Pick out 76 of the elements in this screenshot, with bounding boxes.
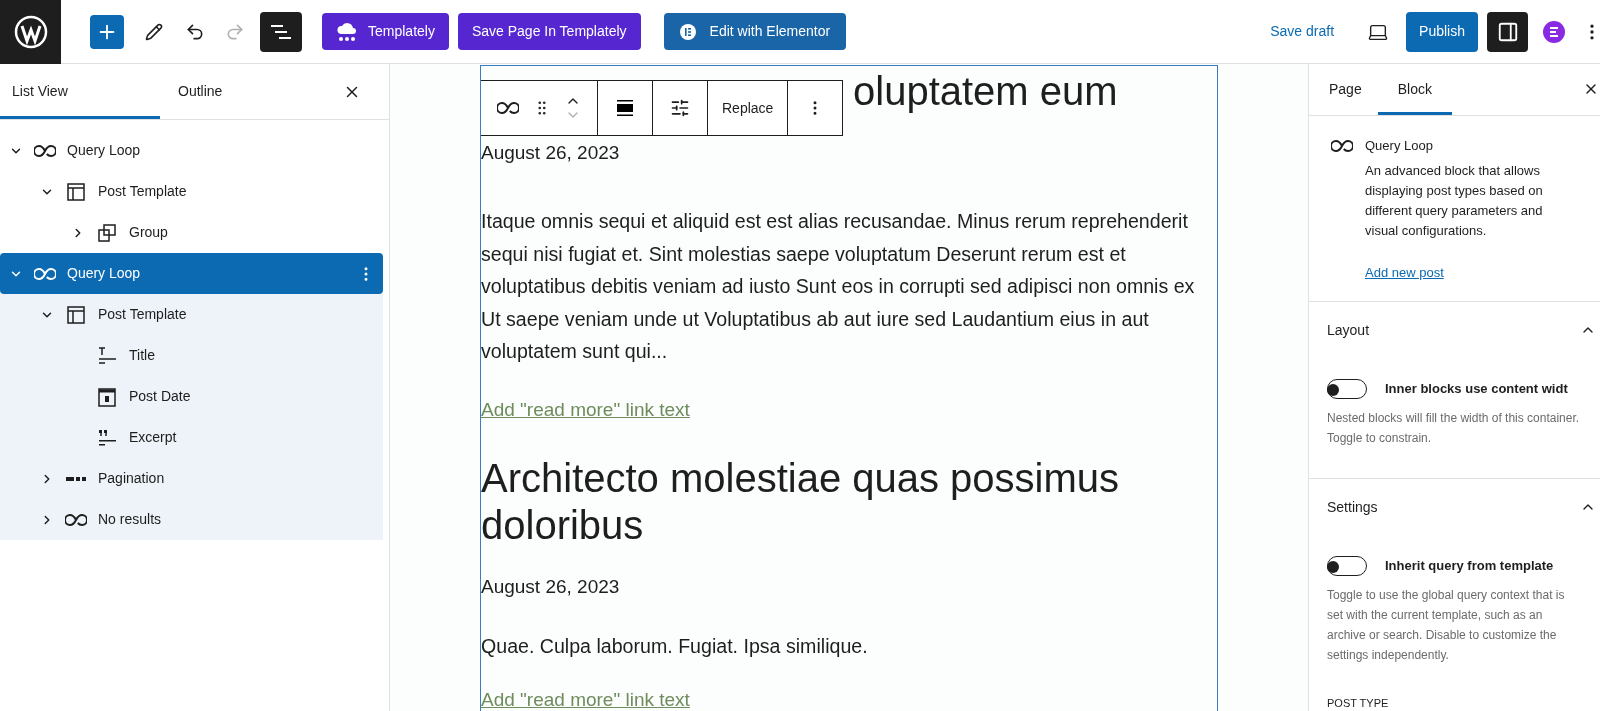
settings-sidebar-button[interactable] [1487, 11, 1528, 52]
pen-icon[interactable] [145, 22, 163, 41]
tree-item-label: Pagination [98, 469, 165, 488]
block-description: An advanced block that allows displaying post types based on different query parameters and visual configurations. [1365, 162, 1544, 240]
sidebar-icon [1496, 20, 1519, 43]
field-label: POST TYPE [1327, 695, 1390, 711]
save-to-templately-button[interactable]: Save Page In Templately [457, 13, 641, 50]
tree-item[interactable]: Post Date [0, 376, 383, 417]
logo-icon [13, 14, 48, 49]
post-title: Architecto molestiae quas possimus doloribus [481, 454, 1121, 549]
tree-item[interactable]: No results [0, 499, 383, 540]
calendar-icon [98, 386, 116, 407]
tree-item-label: Group [129, 223, 168, 242]
toggle-label: Inherit query from template [1385, 556, 1554, 575]
elementor-logo-icon[interactable] [1542, 19, 1566, 44]
undo-icon[interactable] [185, 21, 205, 42]
list-view-button[interactable] [260, 11, 302, 52]
loop-icon [34, 266, 56, 281]
post-date: August 26, 2023 [481, 141, 621, 165]
layout-icon [67, 305, 85, 324]
tree-item[interactable]: Post Template [0, 171, 383, 212]
post-date: August 26, 2023 [481, 574, 621, 599]
panel-header[interactable]: Settings [1327, 496, 1596, 518]
tree-item-label: Excerpt [129, 428, 177, 447]
tree-item[interactable]: Query Loop [0, 253, 383, 294]
tab[interactable]: Block [1377, 64, 1452, 115]
tree-item-label: Query Loop [67, 264, 141, 283]
tab[interactable]: Page [1313, 64, 1378, 115]
elementor-icon [679, 23, 696, 40]
tab[interactable]: List View [0, 64, 160, 119]
tree-item[interactable]: Query Loop [0, 130, 383, 171]
toggle-label: Inner blocks use content widt [1385, 379, 1568, 398]
quote-icon [98, 428, 116, 447]
pagination-icon [66, 475, 86, 482]
post-excerpt: Itaque omnis sequi et aliquid est est alias recusandae. Minus rerum reprehenderit sequi nisi fugiat et. Sint molestias saepe voluptatum Deserunt rerum est et voluptatibus debitis veniam ad iusto Sunt eos in corrupti sed adipisci non omnis ex Ut saepe veniam unde ut Voluptatibus ab aut iure sed Laudantium eius in aut voluptatem sunt qui... [481, 209, 1196, 364]
tree-item-label: No results [98, 510, 162, 529]
tree-item[interactable]: Post Template [0, 294, 383, 335]
align-icon[interactable] [616, 100, 634, 116]
layout-icon [67, 182, 85, 201]
publish-button[interactable]: Publish [1406, 11, 1478, 52]
read-more-link[interactable]: Add "read more" link text [481, 397, 690, 422]
cloud-icon [336, 21, 358, 42]
help-text: Toggle to use the global query context that is set with the current template, such as an archive or search. Disable to customize the settings independently. [1327, 586, 1566, 664]
help-text: Nested blocks will fill the width of this container. Toggle to constrain. [1327, 409, 1581, 447]
tree-item-label: Title [129, 346, 155, 365]
logo[interactable] [0, 0, 61, 64]
tree-item[interactable]: Group [0, 212, 383, 253]
block-title: Query Loop [1365, 136, 1434, 155]
tree-item-label: Post Template [98, 305, 187, 324]
add-block-button[interactable] [90, 14, 124, 49]
panel-header[interactable]: Layout [1327, 319, 1596, 341]
toggle-switch[interactable] [1327, 555, 1367, 576]
edit-with-elementor-button[interactable]: Edit with Elementor [663, 13, 847, 50]
sliders-icon[interactable] [670, 98, 690, 118]
post-title: oluptatem eum [853, 68, 1118, 115]
tree-item-label: Post Template [98, 182, 187, 201]
replace-button[interactable]: Replace [708, 81, 789, 135]
templately-button[interactable]: Templately [322, 13, 449, 50]
tree-item[interactable]: Excerpt [0, 417, 383, 458]
tree-item-label: Query Loop [67, 141, 141, 160]
group-icon [98, 223, 116, 242]
title-icon [98, 346, 116, 365]
toggle-switch[interactable] [1327, 378, 1367, 399]
loop-icon [34, 143, 56, 158]
post-excerpt: Quae. Culpa laborum. Fugiat. Ipsa similique. [481, 633, 869, 659]
loop-icon [65, 512, 87, 527]
tree-item[interactable]: Title [0, 335, 383, 376]
list-view-icon [271, 24, 291, 39]
tree-item-label: Post Date [129, 387, 191, 406]
loop-icon [497, 101, 519, 115]
save-draft-link[interactable]: Save draft [1270, 21, 1335, 42]
add-new-post-link[interactable]: Add new post [1365, 263, 1444, 283]
tab[interactable]: Outline [160, 64, 320, 119]
tree-item[interactable]: Pagination [0, 458, 383, 499]
loop-icon [1331, 138, 1353, 153]
read-more-link[interactable]: Add "read more" link text [481, 688, 690, 711]
